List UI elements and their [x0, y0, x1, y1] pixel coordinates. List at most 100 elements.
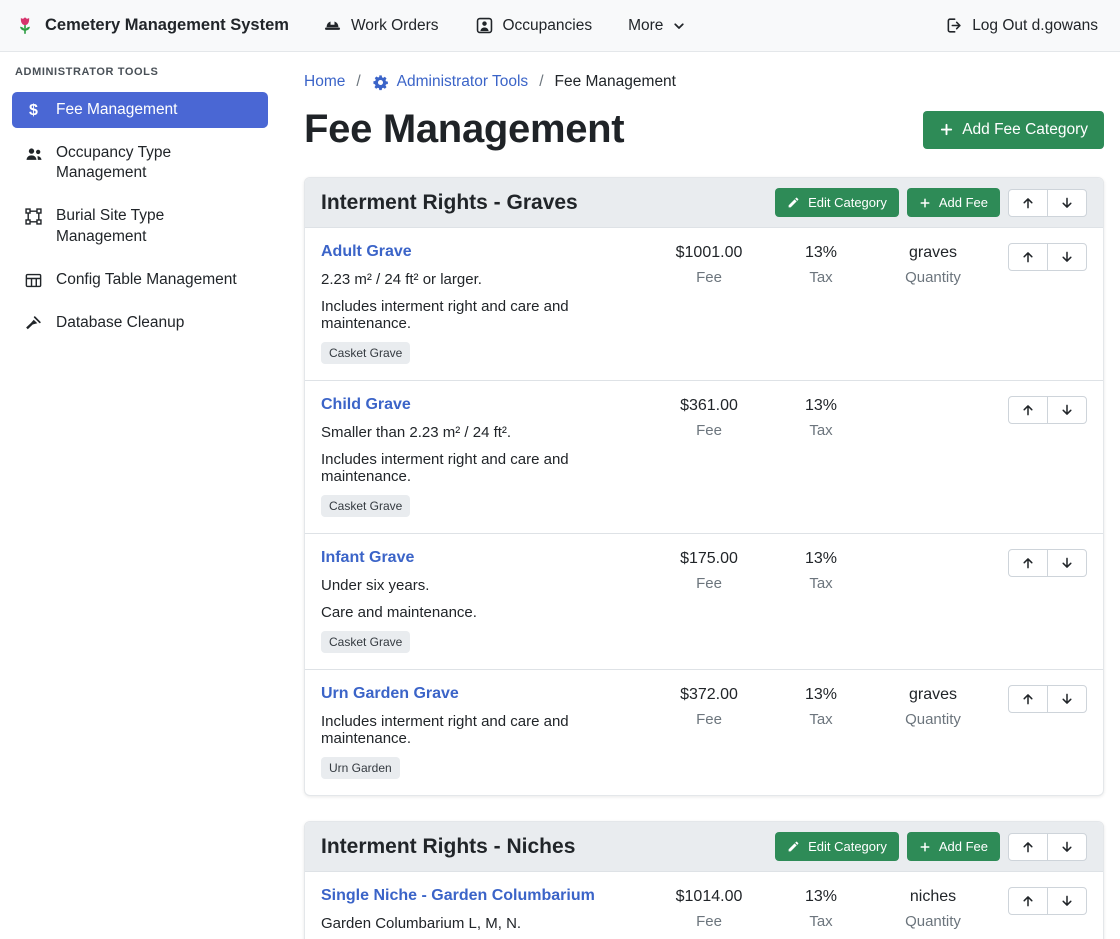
- sidebar-item-occupancy-type[interactable]: Occupancy Type Management: [12, 135, 268, 191]
- sidebar-item-config-table[interactable]: Config Table Management: [12, 262, 268, 298]
- fee-type-badge: Casket Grave: [321, 495, 410, 517]
- tax-cell: 13% Tax: [771, 396, 871, 439]
- edit-category-button[interactable]: Edit Category: [775, 188, 899, 217]
- fee-amount-cell: $1014.00 Fee: [653, 887, 765, 930]
- move-fee-up-button[interactable]: [1008, 685, 1048, 713]
- nav-work-orders-label: Work Orders: [351, 17, 439, 35]
- tax-cell: 13% Tax: [771, 549, 871, 592]
- nav-more-label: More: [628, 17, 663, 35]
- pencil-icon: [787, 840, 800, 853]
- add-fee-category-button[interactable]: Add Fee Category: [923, 111, 1104, 149]
- sidebar-item-fee-management[interactable]: $ Fee Management: [12, 92, 268, 128]
- category-card-niches: Interment Rights - Niches Edit Category …: [304, 821, 1104, 939]
- fee-type-badge: Urn Garden: [321, 757, 400, 779]
- fee-description: Includes interment right and care and ma…: [321, 451, 647, 485]
- fee-amount-cell: $372.00 Fee: [653, 685, 765, 728]
- move-fee-down-button[interactable]: [1047, 887, 1087, 915]
- quantity-cell: niches Quantity: [877, 887, 989, 930]
- nav-occupancies[interactable]: Occupancies: [475, 16, 593, 35]
- dollar-icon: $: [23, 101, 44, 120]
- fee-description: Garden Columbarium L, M, N.: [321, 915, 647, 932]
- move-fee-down-button[interactable]: [1047, 396, 1087, 424]
- plus-icon: [919, 197, 931, 209]
- fee-name-link[interactable]: Infant Grave: [321, 549, 414, 567]
- tulip-logo-icon: [14, 15, 36, 37]
- quantity-cell: [877, 549, 989, 550]
- vector-square-icon: [23, 207, 44, 226]
- move-fee-up-button[interactable]: [1008, 549, 1048, 577]
- nav-more[interactable]: More: [628, 17, 686, 35]
- app-brand[interactable]: Cemetery Management System: [14, 15, 289, 37]
- breadcrumb-home[interactable]: Home: [304, 73, 345, 91]
- top-navbar: Cemetery Management System Work Orders O…: [0, 0, 1120, 52]
- category-card-graves: Interment Rights - Graves Edit Category …: [304, 177, 1104, 796]
- fee-name-link[interactable]: Child Grave: [321, 396, 411, 414]
- breadcrumb-admin-tools[interactable]: Administrator Tools: [372, 73, 529, 91]
- tax-cell: 13% Tax: [771, 243, 871, 286]
- fee-amount-cell: $361.00 Fee: [653, 396, 765, 439]
- fee-type-badge: Casket Grave: [321, 631, 410, 653]
- hard-hat-icon: [323, 16, 342, 35]
- move-fee-up-button[interactable]: [1008, 243, 1048, 271]
- move-category-up-button[interactable]: [1008, 833, 1048, 861]
- fee-description: Under six years.: [321, 577, 647, 594]
- breadcrumb-separator: /: [356, 73, 360, 91]
- category-reorder-group: [1008, 833, 1087, 861]
- sidebar-item-label: Config Table Management: [56, 270, 237, 290]
- fee-reorder-group: [1008, 887, 1087, 915]
- admin-sidebar: Administrator Tools $ Fee Management Occ…: [0, 52, 280, 939]
- fee-amount-cell: $175.00 Fee: [653, 549, 765, 592]
- logout-link[interactable]: Log Out d.gowans: [944, 16, 1098, 35]
- fee-description: 2.23 m² / 24 ft² or larger.: [321, 271, 647, 288]
- breadcrumb-separator: /: [539, 73, 543, 91]
- edit-category-label: Edit Category: [808, 839, 887, 854]
- fee-name-link[interactable]: Adult Grave: [321, 243, 412, 261]
- add-fee-label: Add Fee: [939, 195, 988, 210]
- plus-icon: [919, 841, 931, 853]
- fee-description: Includes interment right and care and ma…: [321, 298, 647, 332]
- page-title: Fee Management: [304, 107, 624, 152]
- chevron-down-icon: [672, 19, 686, 33]
- category-reorder-group: [1008, 189, 1087, 217]
- move-fee-down-button[interactable]: [1047, 549, 1087, 577]
- fee-name-link[interactable]: Urn Garden Grave: [321, 685, 459, 703]
- nav-occupancies-label: Occupancies: [503, 17, 593, 35]
- plus-icon: [939, 122, 954, 137]
- edit-category-button[interactable]: Edit Category: [775, 832, 899, 861]
- breadcrumb-admin-tools-label: Administrator Tools: [397, 73, 529, 91]
- sidebar-item-label: Burial Site Type Management: [56, 206, 257, 246]
- fee-description: Includes interment right and care and ma…: [321, 713, 647, 747]
- nav-work-orders[interactable]: Work Orders: [323, 16, 439, 35]
- fee-reorder-group: [1008, 549, 1087, 577]
- sidebar-item-burial-site-type[interactable]: Burial Site Type Management: [12, 198, 268, 254]
- fee-name-link[interactable]: Single Niche - Garden Columbarium: [321, 887, 595, 905]
- add-fee-button[interactable]: Add Fee: [907, 832, 1000, 861]
- move-fee-down-button[interactable]: [1047, 685, 1087, 713]
- move-category-down-button[interactable]: [1047, 189, 1087, 217]
- breadcrumb: Home / Administrator Tools / Fee Managem…: [304, 73, 1104, 91]
- pencil-icon: [787, 196, 800, 209]
- add-fee-button[interactable]: Add Fee: [907, 188, 1000, 217]
- move-category-up-button[interactable]: [1008, 189, 1048, 217]
- main-content: Home / Administrator Tools / Fee Managem…: [280, 52, 1120, 939]
- main-nav: Work Orders Occupancies More: [323, 16, 944, 35]
- sidebar-item-label: Database Cleanup: [56, 313, 184, 333]
- fee-reorder-group: [1008, 396, 1087, 424]
- add-fee-label: Add Fee: [939, 839, 988, 854]
- move-category-down-button[interactable]: [1047, 833, 1087, 861]
- sidebar-item-label: Fee Management: [56, 100, 178, 120]
- breadcrumb-current: Fee Management: [555, 73, 677, 91]
- move-fee-up-button[interactable]: [1008, 887, 1048, 915]
- tax-cell: 13% Tax: [771, 685, 871, 728]
- sidebar-heading: Administrator Tools: [12, 66, 268, 78]
- category-title: Interment Rights - Graves: [321, 191, 578, 215]
- move-fee-down-button[interactable]: [1047, 243, 1087, 271]
- fee-reorder-group: [1008, 243, 1087, 271]
- category-title: Interment Rights - Niches: [321, 835, 575, 859]
- sidebar-item-database-cleanup[interactable]: Database Cleanup: [12, 305, 268, 341]
- tax-cell: 13% Tax: [771, 887, 871, 930]
- move-fee-up-button[interactable]: [1008, 396, 1048, 424]
- fee-row: Adult Grave 2.23 m² / 24 ft² or larger. …: [305, 228, 1103, 380]
- quantity-cell: graves Quantity: [877, 685, 989, 728]
- fee-reorder-group: [1008, 685, 1087, 713]
